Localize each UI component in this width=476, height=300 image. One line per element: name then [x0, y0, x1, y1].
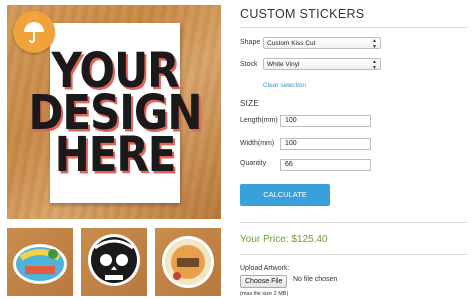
calculate-button[interactable]: CALCULATE [240, 184, 330, 206]
stock-label: Stock [240, 61, 258, 68]
size-heading: SIZE [240, 99, 259, 108]
stock-select[interactable]: White Vinyl ▲ ▼ [263, 58, 381, 71]
quantity-label: Quantity [240, 160, 267, 167]
divider [240, 222, 468, 223]
product-gallery: YOUR DESIGN HERE [0, 0, 226, 300]
length-label: Length(mm) [240, 117, 278, 124]
thumbnail-skull[interactable] [81, 228, 147, 296]
choose-file-button[interactable]: Choose File [240, 275, 288, 288]
thumbnail-circle-badge[interactable] [155, 228, 221, 296]
divider [240, 27, 468, 28]
stock-select-value: White Vinyl [267, 61, 300, 68]
upload-artwork-label: Upload Artwork: [240, 265, 290, 272]
shape-select-value: Custom Kiss Cut [267, 40, 316, 47]
divider [240, 254, 468, 255]
width-label: Width(mm) [240, 140, 275, 147]
product-title: CUSTOM STICKERS [240, 7, 365, 21]
clear-selection-link[interactable]: Clear selection [263, 82, 306, 89]
price-display: Your Price: $125.40 [240, 234, 328, 245]
file-size-hint: (max file size 2 MB) [240, 291, 289, 297]
sticker-preview: YOUR DESIGN HERE [28, 23, 203, 203]
thumbnail-strip [7, 228, 221, 298]
shape-label: Shape [240, 39, 261, 46]
sticker-text-line: HERE [54, 126, 177, 183]
file-status-text: No file chosen [293, 276, 338, 283]
product-options-panel: CUSTOM STICKERS Shape Custom Kiss Cut ▲ ▼… [240, 0, 476, 300]
width-input[interactable]: 100 [280, 138, 371, 150]
select-arrows-icon: ▲ ▼ [372, 38, 377, 50]
select-arrows-icon: ▲ ▼ [372, 59, 377, 71]
main-product-image[interactable]: YOUR DESIGN HERE [7, 5, 221, 219]
umbrella-logo-icon [13, 11, 55, 53]
shape-select[interactable]: Custom Kiss Cut ▲ ▼ [263, 37, 381, 50]
quantity-input[interactable]: 66 [280, 159, 371, 171]
length-input[interactable]: 100 [280, 115, 371, 127]
thumbnail-surf-tacos[interactable] [7, 228, 73, 296]
